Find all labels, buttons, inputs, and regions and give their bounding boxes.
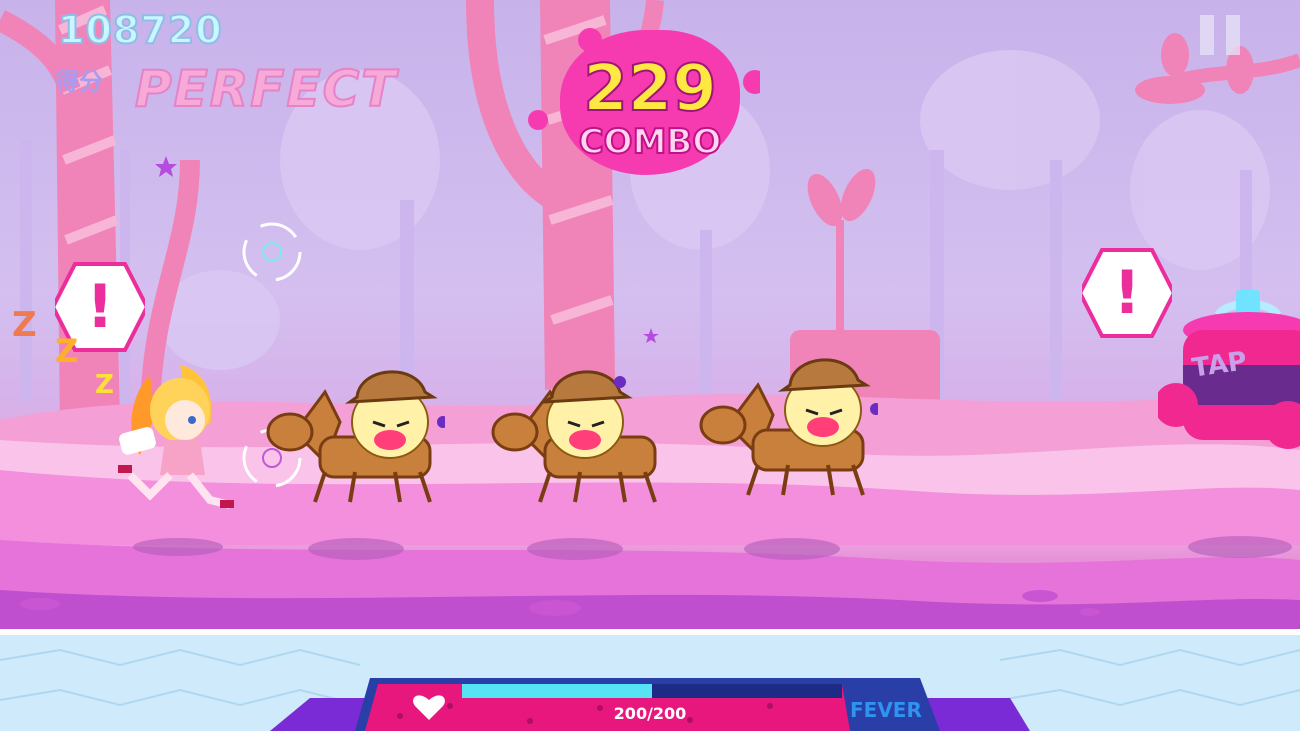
pause-bar-left xyxy=(1200,15,1214,55)
star-icon xyxy=(155,156,177,177)
star-icon xyxy=(643,328,659,343)
sleep-mark-2: Z xyxy=(55,332,79,370)
enemy-rider xyxy=(699,358,878,496)
hp-text: 200/200 xyxy=(613,704,687,723)
sleep-mark-1: Z xyxy=(12,305,37,345)
score-value: 108720 xyxy=(57,7,223,53)
pause-button[interactable] xyxy=(1200,15,1242,55)
combo-label: COMBO xyxy=(578,121,723,163)
game-stage[interactable]: 108720 得分 PERFECT 229 COMBO ! Z Z Z ! TA… xyxy=(0,0,1300,731)
fever-bar-fill xyxy=(462,684,652,698)
combo-count: 229 xyxy=(582,51,718,127)
pause-bar-right xyxy=(1226,15,1240,55)
enemy-rider xyxy=(491,370,657,503)
enemy-rider xyxy=(266,370,445,503)
heart-icon xyxy=(413,695,445,720)
player-character xyxy=(118,365,234,509)
fever-label: FEVER xyxy=(850,698,922,722)
target-reticle-icon xyxy=(242,222,302,282)
judgement-text: PERFECT xyxy=(134,59,398,119)
score-label: 得分 xyxy=(55,68,103,96)
